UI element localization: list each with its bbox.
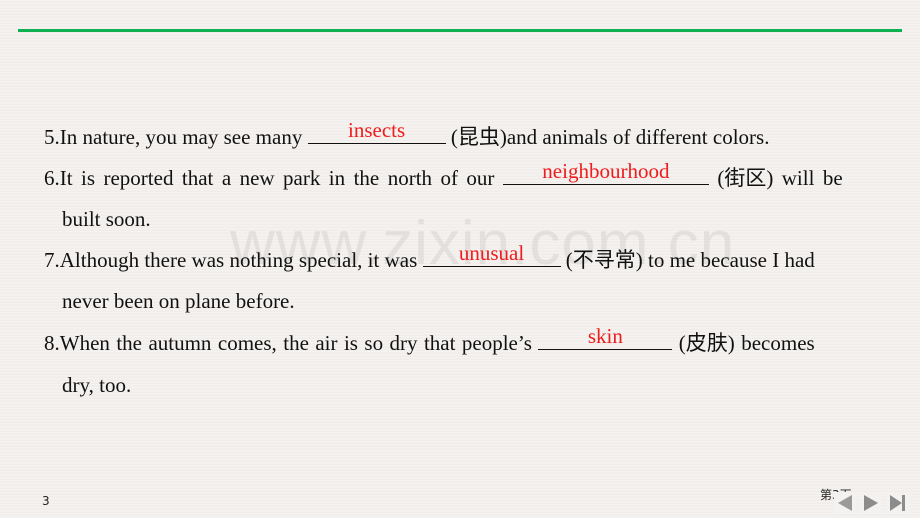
question-text-after: (不寻常) to me because I had xyxy=(560,248,815,272)
answer-text: unusual xyxy=(458,241,525,265)
question-8-continuation: dry, too. xyxy=(62,373,132,397)
answer-blank[interactable]: unusual xyxy=(422,242,561,267)
answer-text: skin xyxy=(587,324,623,348)
question-text: It is reported that a new park in the no… xyxy=(59,166,503,190)
question-text-after: (街区) will be xyxy=(708,166,843,190)
answer-blank[interactable]: neighbourhood xyxy=(502,160,709,185)
slide-number: 3 xyxy=(42,494,50,508)
question-text: In nature, you may see many xyxy=(59,125,308,149)
last-slide-button[interactable] xyxy=(887,492,909,514)
prev-slide-button[interactable] xyxy=(834,492,856,514)
question-text-after: (昆虫)and animals of different colors. xyxy=(445,125,770,149)
answer-text: insects xyxy=(348,118,406,142)
next-slide-button[interactable] xyxy=(860,492,882,514)
question-5: 5.In nature, you may see many insects (昆… xyxy=(44,119,770,151)
question-text-after: (皮肤) becomes xyxy=(672,331,815,355)
question-number: 7. xyxy=(44,248,60,272)
question-6-continuation: built soon. xyxy=(62,207,151,231)
triangle-left-icon xyxy=(838,495,852,511)
question-8: 8.When the autumn comes, the air is so d… xyxy=(44,325,815,357)
question-number: 5. xyxy=(44,125,60,149)
answer-text: neighbourhood xyxy=(542,159,670,183)
question-7-continuation: never been on plane before. xyxy=(62,289,295,313)
header-divider xyxy=(18,29,902,32)
question-6: 6.It is reported that a new park in the … xyxy=(44,160,843,192)
triangle-right-icon xyxy=(864,495,878,511)
question-text: When the autumn comes, the air is so dry… xyxy=(59,331,539,355)
answer-blank[interactable]: insects xyxy=(307,119,446,144)
question-number: 6. xyxy=(44,166,60,190)
question-7: 7.Although there was nothing special, it… xyxy=(44,242,815,274)
question-text: Although there was nothing special, it w… xyxy=(59,248,423,272)
answer-blank[interactable]: skin xyxy=(538,325,673,350)
question-number: 8. xyxy=(44,331,60,355)
skip-end-icon xyxy=(890,495,905,511)
